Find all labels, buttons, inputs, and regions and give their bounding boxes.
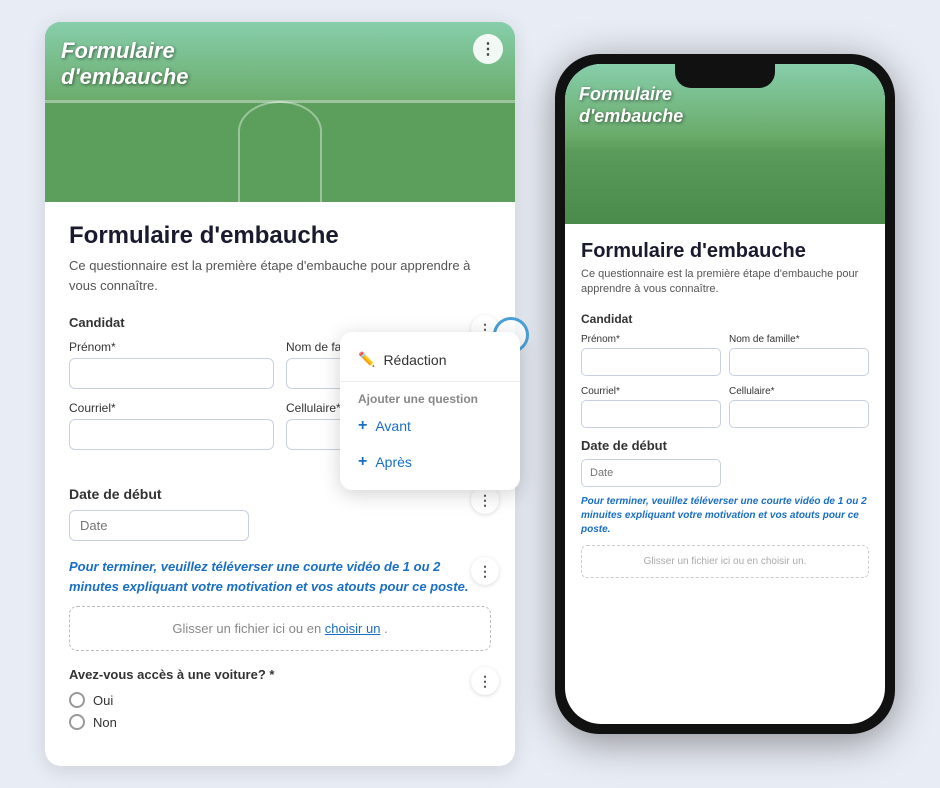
courriel-input[interactable] [69, 419, 274, 450]
non-label: Non [93, 715, 117, 730]
redaction-label: Rédaction [383, 352, 446, 368]
phone-date-label: Date de début [581, 438, 869, 453]
phone-screen: Formulaire d'embauche Formulaire d'embau… [565, 64, 885, 724]
phone-prenom-label: Prénom* [581, 334, 721, 345]
voiture-label: Avez-vous accès à une voiture? * [69, 667, 491, 682]
courriel-label: Courriel* [69, 401, 274, 415]
avant-menu-item[interactable]: + Avant [340, 408, 520, 444]
file-upload-link[interactable]: choisir un [325, 621, 381, 636]
video-options-button[interactable]: ⋮ [471, 557, 499, 585]
prenom-group: Prénom* [69, 340, 274, 389]
date-options-button[interactable]: ⋮ [471, 486, 499, 514]
phone-video-text: Pour terminer, veuillez téléverser une c… [581, 495, 869, 537]
apres-add-icon: + [358, 453, 367, 471]
phone-file-upload[interactable]: Glisser un fichier ici ou en choisir un. [581, 545, 869, 578]
file-upload-period: . [384, 621, 388, 636]
menu-divider [340, 381, 520, 382]
oui-label: Oui [93, 693, 113, 708]
hero-title: Formulaire d'embauche [61, 38, 189, 91]
phone-cellulaire-input[interactable] [729, 400, 869, 428]
context-menu: ✏️ Rédaction Ajouter une question + Avan… [340, 332, 520, 490]
phone-contact-row: Courriel* Cellulaire* [581, 386, 869, 428]
phone-nom-group: Nom de famille* [729, 334, 869, 376]
form-description: Ce questionnaire est la première étape d… [69, 256, 491, 295]
candidat-label: Candidat [69, 315, 491, 330]
phone-prenom-group: Prénom* [581, 334, 721, 376]
voiture-section: Avez-vous accès à une voiture? * Oui Non… [69, 667, 491, 730]
phone-date-input[interactable] [581, 459, 721, 487]
avant-add-icon: + [358, 417, 367, 435]
phone-body: Formulaire d'embauche Ce questionnaire e… [565, 224, 885, 594]
add-question-label: Ajouter une question [340, 386, 520, 408]
video-description: Pour terminer, veuillez téléverser une c… [69, 557, 491, 596]
phone-courriel-label: Courriel* [581, 386, 721, 397]
apres-label: Après [375, 454, 412, 470]
prenom-input[interactable] [69, 358, 274, 389]
phone-prenom-input[interactable] [581, 348, 721, 376]
non-radio[interactable] [69, 714, 85, 730]
date-input[interactable] [69, 510, 249, 541]
phone-content: Formulaire d'embauche Formulaire d'embau… [565, 64, 885, 724]
phone-form-title: Formulaire d'embauche [581, 240, 869, 263]
phone-hero: Formulaire d'embauche [565, 64, 885, 224]
oui-option[interactable]: Oui [69, 692, 491, 708]
hero-image: Formulaire d'embauche ⋮ [45, 22, 515, 202]
courriel-group: Courriel* [69, 401, 274, 450]
phone-form-desc: Ce questionnaire est la première étape d… [581, 267, 869, 298]
oui-radio[interactable] [69, 692, 85, 708]
redaction-menu-item[interactable]: ✏️ Rédaction [340, 342, 520, 377]
avant-label: Avant [375, 418, 411, 434]
hero-menu-button[interactable]: ⋮ [473, 34, 503, 64]
voiture-radio-group: Oui Non [69, 692, 491, 730]
voiture-options-button[interactable]: ⋮ [471, 667, 499, 695]
phone-courriel-group: Courriel* [581, 386, 721, 428]
phone-nom-input[interactable] [729, 348, 869, 376]
file-upload-text: Glisser un fichier ici ou en [172, 621, 324, 636]
apres-menu-item[interactable]: + Après [340, 444, 520, 480]
date-section: Date de début ⋮ [69, 486, 491, 541]
phone-mockup: Formulaire d'embauche Formulaire d'embau… [555, 54, 895, 734]
phone-nom-label: Nom de famille* [729, 334, 869, 345]
edit-icon: ✏️ [358, 351, 375, 368]
file-upload-area[interactable]: Glisser un fichier ici ou en choisir un … [69, 606, 491, 651]
phone-candidat-label: Candidat [581, 312, 869, 326]
non-option[interactable]: Non [69, 714, 491, 730]
phone-courriel-input[interactable] [581, 400, 721, 428]
form-card: Formulaire d'embauche ⋮ Formulaire d'emb… [45, 22, 515, 766]
form-title: Formulaire d'embauche [69, 222, 491, 250]
phone-cellulaire-label: Cellulaire* [729, 386, 869, 397]
phone-name-row: Prénom* Nom de famille* [581, 334, 869, 376]
phone-cellulaire-group: Cellulaire* [729, 386, 869, 428]
phone-hero-title: Formulaire d'embauche [579, 84, 683, 127]
prenom-label: Prénom* [69, 340, 274, 354]
video-section: Pour terminer, veuillez téléverser une c… [69, 557, 491, 651]
phone-notch [675, 64, 775, 88]
